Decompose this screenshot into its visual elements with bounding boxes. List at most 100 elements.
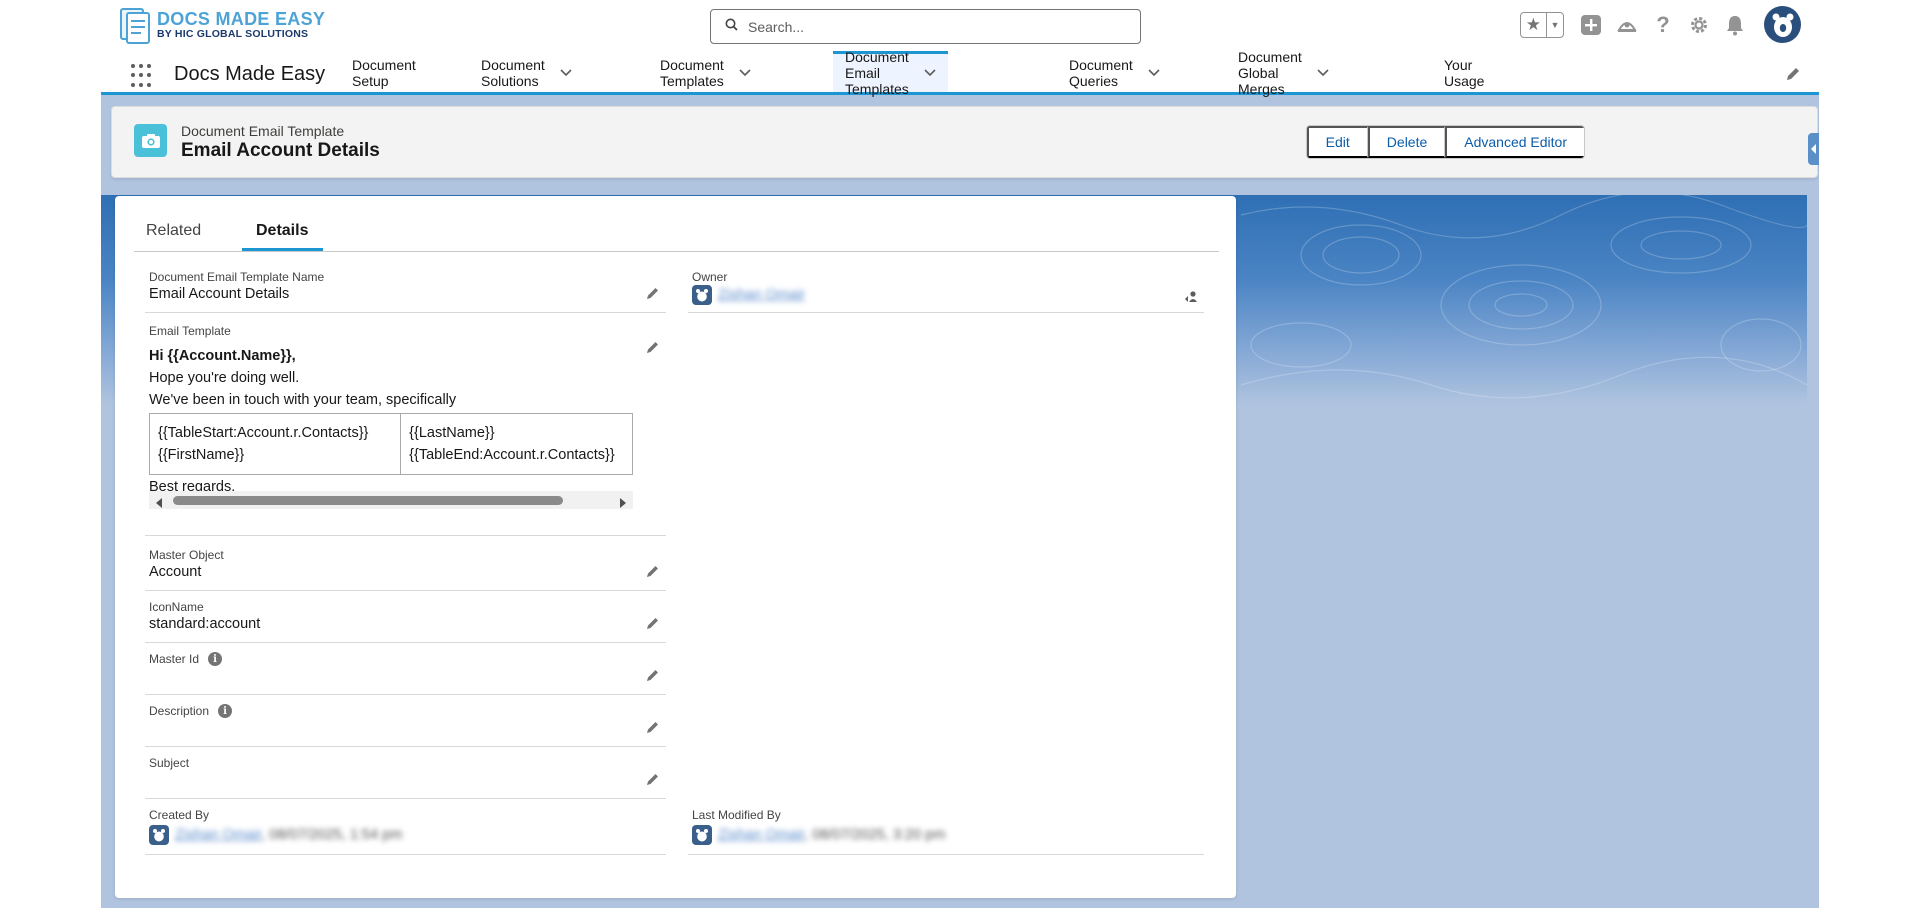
info-icon[interactable]: i bbox=[218, 704, 233, 718]
bell-icon[interactable] bbox=[1722, 12, 1748, 38]
nav-item-document-templates[interactable]: Document Templates bbox=[660, 54, 751, 92]
chevron-down-icon[interactable] bbox=[1317, 65, 1329, 81]
record-action-buttons: Edit Delete Advanced Editor bbox=[1305, 125, 1585, 159]
favorites-group: ★ ▼ bbox=[1520, 11, 1564, 38]
field-subject: Subject bbox=[145, 756, 666, 799]
nav-item-document-queries[interactable]: Document Queries bbox=[1069, 54, 1160, 92]
add-icon[interactable] bbox=[1578, 12, 1604, 38]
tab-related[interactable]: Related bbox=[146, 222, 201, 240]
logo-subtitle: BY HIC GLOBAL SOLUTIONS bbox=[157, 28, 309, 41]
merge-field: {{LastName}} bbox=[409, 425, 495, 441]
email-line: We've been in touch with your team, spec… bbox=[149, 392, 457, 408]
scroll-right-icon[interactable] bbox=[619, 495, 627, 513]
advanced-editor-button[interactable]: Advanced Editor bbox=[1445, 126, 1584, 158]
owner-value: Zishan Omair bbox=[692, 285, 805, 305]
field-label: Document Email Template Name bbox=[149, 270, 325, 284]
field-label: Owner bbox=[692, 270, 728, 284]
nav-item-document-solutions[interactable]: Document Solutions bbox=[481, 54, 572, 92]
owner-avatar bbox=[692, 285, 712, 305]
gear-icon[interactable] bbox=[1686, 12, 1712, 38]
scroll-left-icon[interactable] bbox=[155, 495, 163, 513]
chevron-down-icon[interactable] bbox=[1148, 65, 1160, 81]
nav-item-your-usage[interactable]: Your Usage bbox=[1444, 54, 1484, 92]
record-detail-card: Related Details Document Email Template … bbox=[115, 196, 1236, 898]
pencil-icon[interactable] bbox=[646, 772, 660, 786]
favorites-dropdown-icon[interactable]: ▼ bbox=[1545, 12, 1563, 37]
camera-icon bbox=[134, 124, 167, 157]
trailhead-icon[interactable] bbox=[1614, 12, 1640, 38]
record-highlights-panel: Document Email Template Email Account De… bbox=[111, 106, 1818, 178]
star-icon[interactable]: ★ bbox=[1521, 13, 1546, 37]
nav-item-document-email-templates[interactable]: Document Email Templates bbox=[833, 49, 948, 97]
field-created-by: Created By Zishan Omair, 08/07/2025, 1:5… bbox=[145, 808, 666, 855]
app-nav-bar: Docs Made Easy Document Setup Document S… bbox=[101, 49, 1819, 97]
last-modified-by-user-link[interactable]: Zishan Omair bbox=[718, 827, 804, 843]
merge-field: {{TableStart:Account.r.Contacts}} bbox=[158, 425, 369, 441]
pencil-icon[interactable] bbox=[646, 286, 660, 300]
brand-logo[interactable]: DOCS MADE EASY BY HIC GLOBAL SOLUTIONS bbox=[119, 6, 325, 44]
search-input[interactable] bbox=[748, 18, 1128, 35]
modifier-avatar bbox=[692, 825, 712, 845]
owner-link[interactable]: Zishan Omair bbox=[718, 287, 805, 303]
change-owner-icon[interactable] bbox=[1184, 290, 1198, 304]
active-tab-indicator bbox=[242, 248, 323, 251]
app-name: Docs Made Easy bbox=[174, 63, 326, 85]
nav-item-document-setup[interactable]: Document Setup bbox=[352, 54, 416, 92]
nav-item-label: Your Usage bbox=[1444, 57, 1485, 89]
edit-nav-pencil-icon[interactable] bbox=[1785, 66, 1801, 82]
app-launcher-icon[interactable] bbox=[131, 64, 155, 88]
nav-item-label: Document Email Templates bbox=[845, 49, 909, 97]
horizontal-scrollbar[interactable] bbox=[149, 491, 633, 509]
created-date: , 08/07/2025, 1:54 pm bbox=[261, 826, 403, 843]
field-value: Email Account Details bbox=[149, 286, 290, 302]
global-search[interactable] bbox=[710, 9, 1141, 44]
email-merge-table: {{TableStart:Account.r.Contacts}} {{Firs… bbox=[149, 413, 633, 475]
created-by-user-link[interactable]: Zishan Omair bbox=[175, 827, 261, 843]
nav-item-label: Document Setup bbox=[352, 57, 416, 89]
field-label: Master Object bbox=[149, 548, 224, 562]
scrollbar-thumb[interactable] bbox=[173, 496, 563, 505]
help-icon[interactable]: ? bbox=[1650, 12, 1676, 38]
pencil-icon[interactable] bbox=[646, 340, 660, 354]
table-cell: {{TableStart:Account.r.Contacts}} {{Firs… bbox=[149, 413, 402, 475]
merge-field: {{TableEnd:Account.r.Contacts}} bbox=[409, 447, 615, 463]
global-header: DOCS MADE EASY BY HIC GLOBAL SOLUTIONS ★… bbox=[101, 0, 1819, 54]
pencil-icon[interactable] bbox=[646, 616, 660, 630]
logo-title: DOCS MADE EASY bbox=[157, 9, 326, 30]
field-master-id: Master Id i bbox=[145, 652, 666, 695]
edit-button[interactable]: Edit bbox=[1306, 126, 1368, 158]
user-avatar[interactable] bbox=[1764, 6, 1801, 43]
chevron-down-icon[interactable] bbox=[739, 65, 751, 81]
field-icon-name: IconName standard:account bbox=[145, 600, 666, 643]
merge-field: {{FirstName}} bbox=[158, 447, 245, 463]
last-modified-by-value: Zishan Omair, 08/07/2025, 3:20 pm bbox=[692, 825, 945, 845]
field-value: standard:account bbox=[149, 616, 261, 632]
app-frame: DOCS MADE EASY BY HIC GLOBAL SOLUTIONS ★… bbox=[101, 0, 1819, 908]
field-template-name: Document Email Template Name Email Accou… bbox=[145, 270, 666, 313]
info-icon[interactable]: i bbox=[208, 652, 223, 666]
field-master-object: Master Object Account bbox=[145, 548, 666, 591]
nav-item-document-global-merges[interactable]: Document Global Merges bbox=[1238, 49, 1329, 97]
logo-document-icon bbox=[119, 6, 153, 44]
nav-item-label: Document Global Merges bbox=[1238, 49, 1302, 97]
utility-side-tab[interactable] bbox=[1808, 133, 1819, 165]
delete-button[interactable]: Delete bbox=[1367, 126, 1446, 158]
email-template-body: Hi {{Account.Name}}, Hope you're doing w… bbox=[149, 345, 633, 498]
created-by-value: Zishan Omair, 08/07/2025, 1:54 pm bbox=[149, 825, 402, 845]
field-label: Last Modified By bbox=[692, 808, 781, 822]
header-utility-icons: ★ ▼ ? bbox=[1520, 6, 1801, 43]
pencil-icon[interactable] bbox=[646, 668, 660, 682]
field-label-wrap: Master Id i bbox=[149, 652, 223, 666]
field-owner: Owner Zishan Omair bbox=[688, 270, 1204, 313]
last-modified-date: , 08/07/2025, 3:20 pm bbox=[804, 826, 946, 843]
pencil-icon[interactable] bbox=[646, 564, 660, 578]
pencil-icon[interactable] bbox=[646, 720, 660, 734]
email-line: Hope you're doing well. bbox=[149, 370, 300, 386]
chevron-down-icon[interactable] bbox=[924, 65, 936, 81]
search-icon bbox=[725, 18, 738, 36]
chevron-down-icon[interactable] bbox=[560, 65, 572, 81]
tab-details[interactable]: Details bbox=[256, 222, 308, 240]
record-title: Email Account Details bbox=[181, 140, 380, 161]
nav-item-label: Document Templates bbox=[660, 57, 724, 89]
field-label: Master Id bbox=[149, 652, 200, 666]
